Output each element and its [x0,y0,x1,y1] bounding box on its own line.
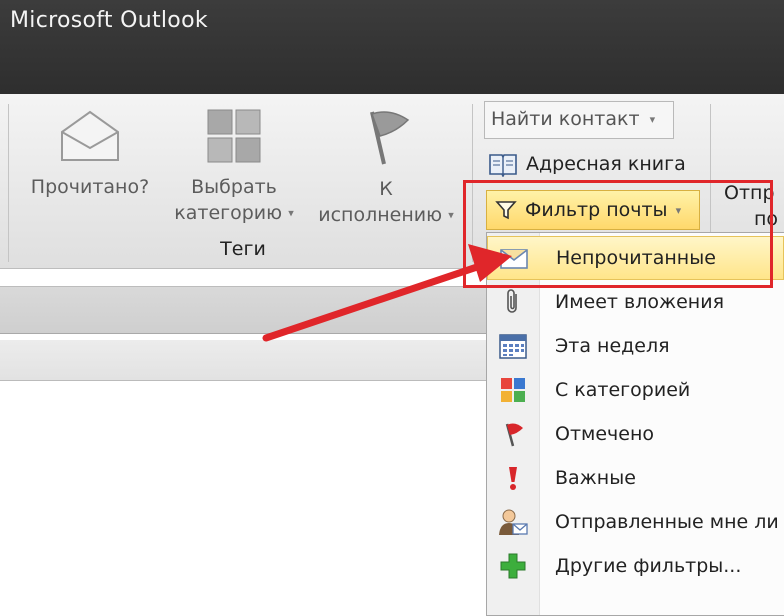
annotation-arrow [262,244,512,342]
